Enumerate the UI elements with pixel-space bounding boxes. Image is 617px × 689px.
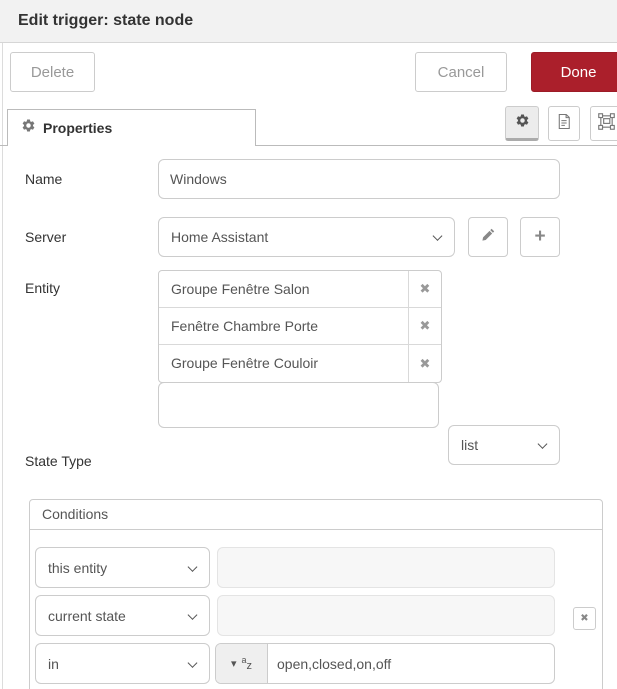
- condition-row: in ▾ az open,closed,on,off: [35, 643, 602, 684]
- entity-mode-value: list: [461, 437, 478, 453]
- plus-icon: +: [534, 226, 545, 248]
- entity-row-value[interactable]: Groupe Fenêtre Salon: [159, 271, 408, 307]
- server-select[interactable]: Home Assistant: [158, 217, 455, 257]
- x-icon: ✖: [420, 318, 431, 334]
- new-entity-input[interactable]: [158, 382, 439, 428]
- edit-server-button[interactable]: [468, 217, 508, 257]
- chevron-down-icon: [188, 658, 198, 668]
- caret-down-icon: ▾: [231, 657, 237, 670]
- chevron-down-icon: [433, 231, 443, 241]
- remove-condition-button[interactable]: ✖: [573, 607, 596, 630]
- az-string-type-icon: az: [242, 656, 253, 672]
- condition-target-input-disabled: [217, 547, 555, 588]
- edit-trigger-dialog: Edit trigger: state node Delete Cancel D…: [0, 0, 617, 689]
- state-type-label: State Type: [25, 441, 92, 481]
- condition-comparator-value: in: [48, 656, 59, 672]
- condition-property-value: current state: [48, 608, 126, 624]
- name-label: Name: [25, 159, 62, 199]
- remove-entity-button[interactable]: ✖: [408, 308, 441, 344]
- remove-entity-button[interactable]: ✖: [408, 271, 441, 307]
- properties-tab-button[interactable]: [505, 106, 539, 141]
- remove-entity-button[interactable]: ✖: [408, 345, 441, 382]
- x-icon: ✖: [580, 613, 588, 624]
- entity-row: Groupe Fenêtre Salon ✖: [159, 271, 441, 308]
- document-icon: [557, 113, 571, 135]
- chevron-down-icon: [188, 610, 198, 620]
- dialog-title: Edit trigger: state node: [18, 0, 193, 42]
- x-icon: ✖: [420, 356, 431, 372]
- conditions-section: Conditions this entity current state in: [29, 499, 603, 689]
- entity-row-value[interactable]: Groupe Fenêtre Couloir: [159, 345, 408, 382]
- entity-row-value[interactable]: Fenêtre Chambre Porte: [159, 308, 408, 344]
- entity-row: Fenêtre Chambre Porte ✖: [159, 308, 441, 345]
- server-label: Server: [25, 217, 66, 257]
- condition-target-value: this entity: [48, 560, 107, 576]
- x-icon: ✖: [420, 281, 431, 297]
- chevron-down-icon: [538, 439, 548, 449]
- add-server-button[interactable]: +: [520, 217, 560, 257]
- tab-properties[interactable]: Properties: [7, 109, 256, 146]
- done-button-label: Done: [561, 64, 597, 81]
- cancel-button-label: Cancel: [438, 64, 485, 81]
- delete-button[interactable]: Delete: [10, 52, 95, 92]
- appearance-tab-button[interactable]: [590, 106, 617, 141]
- condition-property-input-disabled: [217, 595, 555, 636]
- tab-properties-label: Properties: [43, 120, 112, 136]
- condition-row: this entity: [35, 547, 602, 588]
- typedinput-type-button[interactable]: ▾ az: [216, 644, 268, 683]
- entity-label: Entity: [25, 270, 60, 307]
- gear-icon: [21, 118, 36, 138]
- gear-icon: [515, 113, 530, 133]
- done-button[interactable]: Done: [531, 52, 617, 92]
- entity-list: Groupe Fenêtre Salon ✖ Fenêtre Chambre P…: [158, 270, 442, 383]
- condition-property-select[interactable]: current state: [35, 595, 210, 636]
- condition-value-text: open,closed,on,off: [277, 656, 391, 672]
- name-input[interactable]: [158, 159, 560, 199]
- condition-row: current state: [35, 595, 602, 636]
- appearance-icon: [598, 113, 615, 135]
- condition-value-typedinput: ▾ az open,closed,on,off: [215, 643, 555, 684]
- conditions-title: Conditions: [30, 500, 602, 530]
- chevron-down-icon: [188, 562, 198, 572]
- entity-mode-select[interactable]: list: [448, 425, 560, 465]
- entity-row: Groupe Fenêtre Couloir ✖: [159, 345, 441, 382]
- pencil-icon: [481, 227, 496, 247]
- description-tab-button[interactable]: [548, 106, 580, 141]
- conditions-rows: this entity current state in: [30, 530, 602, 684]
- delete-button-label: Delete: [31, 64, 74, 81]
- condition-value-input[interactable]: open,closed,on,off: [268, 644, 554, 683]
- server-select-value: Home Assistant: [171, 229, 268, 245]
- condition-comparator-select[interactable]: in: [35, 643, 210, 684]
- cancel-button[interactable]: Cancel: [415, 52, 507, 92]
- dialog-left-edge: [2, 0, 3, 689]
- condition-target-select[interactable]: this entity: [35, 547, 210, 588]
